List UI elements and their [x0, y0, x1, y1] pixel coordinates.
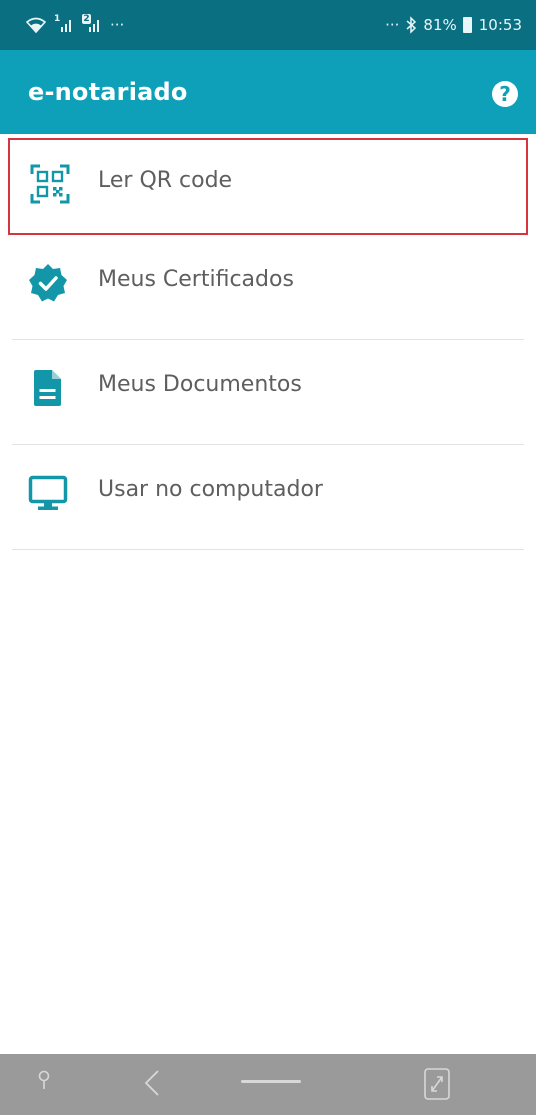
- battery-level: 81%: [423, 16, 457, 34]
- menu-item-use-on-computer[interactable]: Usar no computador: [12, 445, 524, 550]
- menu-item-my-certificates[interactable]: Meus Certificados: [12, 235, 524, 340]
- sim2-signal: 2: [82, 14, 102, 33]
- screen: 1 2 ··· ··· 81% 10:53 e-notariado ? Ler …: [0, 0, 536, 1115]
- wifi-icon: [26, 17, 46, 34]
- home-icon[interactable]: [240, 1076, 302, 1088]
- navigation-bar: [0, 1054, 536, 1115]
- menu-item-label: Meus Documentos: [98, 372, 302, 397]
- signal-icon: [61, 20, 71, 32]
- menu-list: Ler QR code Meus Certificados Meus Docum…: [0, 134, 536, 550]
- signal-icon: [89, 20, 99, 32]
- menu-item-label: Ler QR code: [98, 168, 233, 193]
- menu-item-label: Meus Certificados: [98, 267, 294, 292]
- clock: 10:53: [478, 16, 522, 34]
- verified-badge-icon: [29, 264, 67, 302]
- menu-item-label: Usar no computador: [98, 477, 323, 502]
- menu-item-my-documents[interactable]: Meus Documentos: [12, 340, 524, 445]
- computer-monitor-icon: [28, 475, 68, 510]
- status-right: ··· 81% 10:53: [385, 16, 522, 34]
- more-status-indicator: ···: [385, 16, 400, 34]
- more-notifications-indicator: ···: [110, 16, 125, 34]
- sim1-signal: 1: [54, 14, 74, 33]
- help-icon[interactable]: ?: [492, 81, 518, 107]
- app-bar: e-notariado ?: [0, 50, 536, 134]
- battery-icon: [462, 17, 472, 33]
- qr-code-icon: [30, 164, 70, 204]
- document-icon: [34, 370, 61, 406]
- pin-keyboard-icon[interactable]: [36, 1068, 52, 1092]
- back-icon[interactable]: [142, 1068, 162, 1098]
- bluetooth-icon: [406, 16, 417, 34]
- app-title: e-notariado: [28, 78, 188, 106]
- status-bar: 1 2 ··· ··· 81% 10:53: [0, 0, 536, 50]
- menu-item-read-qr-code[interactable]: Ler QR code: [8, 138, 528, 235]
- recent-apps-icon[interactable]: [424, 1068, 450, 1100]
- status-left: 1 2 ···: [26, 14, 125, 34]
